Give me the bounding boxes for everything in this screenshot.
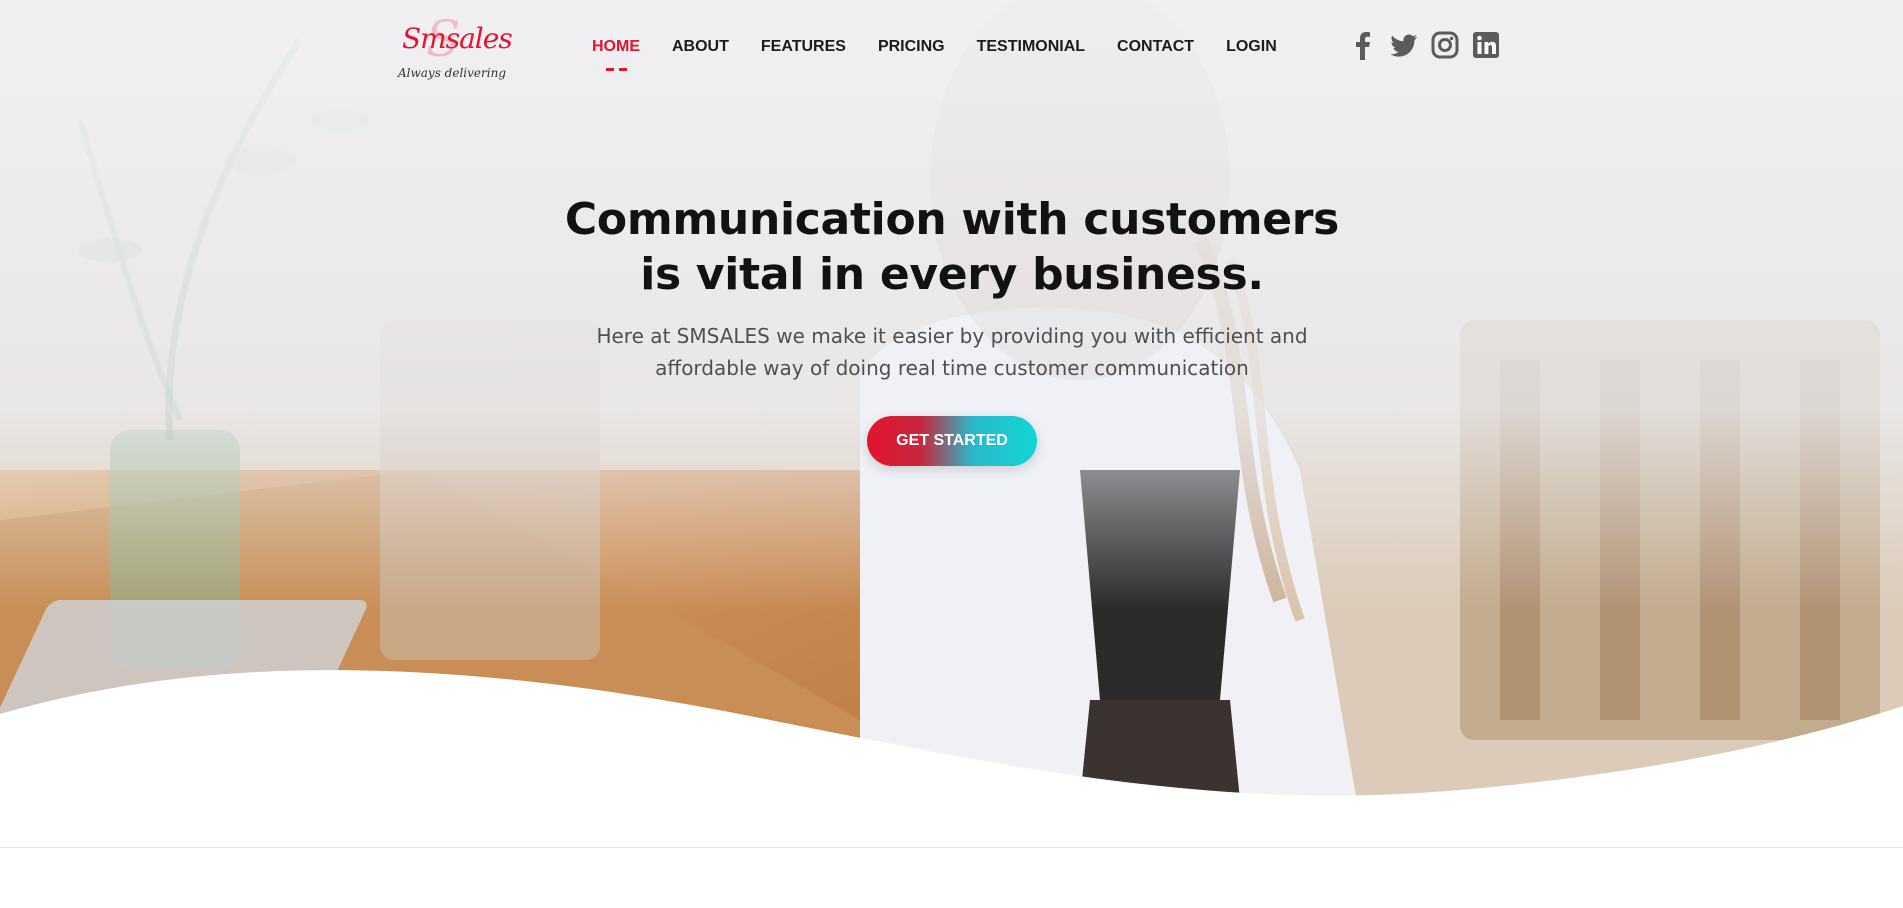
nav-item-features[interactable]: FEATURES	[761, 38, 846, 56]
nav-item-home[interactable]: HOME	[592, 38, 640, 56]
instagram-icon	[1431, 31, 1459, 59]
twitter-link[interactable]	[1390, 30, 1418, 60]
nav-item-contact[interactable]: CONTACT	[1117, 38, 1194, 56]
social-links	[1349, 30, 1500, 60]
nav-item-login[interactable]: LOGIN	[1226, 38, 1277, 56]
facebook-icon	[1356, 32, 1370, 60]
hero-headline-line-2: is vital in every business.	[640, 249, 1264, 300]
nav-item-testimonial[interactable]: TESTIMONIAL	[977, 38, 1085, 56]
linkedin-icon	[1473, 32, 1499, 58]
instagram-link[interactable]	[1431, 30, 1459, 60]
get-started-button[interactable]: GET STARTED	[867, 416, 1037, 466]
main-nav: HOME ABOUT FEATURES PRICING TESTIMONIAL …	[592, 38, 1309, 71]
nav-item-pricing[interactable]: PRICING	[878, 38, 945, 56]
hero-headline: Communication with customers is vital in…	[520, 192, 1384, 302]
brand-logo[interactable]: S Smsales Always delivering	[396, 10, 513, 86]
linkedin-link[interactable]	[1472, 30, 1500, 60]
active-nav-indicator	[606, 68, 627, 71]
hero-subtext-line-1: Here at SMSALES we make it easier by pro…	[596, 324, 1308, 348]
twitter-icon	[1390, 34, 1417, 57]
hero-headline-line-1: Communication with customers	[564, 194, 1340, 245]
hero-subtext: Here at SMSALES we make it easier by pro…	[560, 320, 1344, 384]
facebook-link[interactable]	[1349, 30, 1377, 60]
logo-tagline: Always delivering	[398, 66, 507, 80]
hero-subtext-line-2: affordable way of doing real time custom…	[655, 356, 1249, 380]
logo-text: Smsales	[402, 22, 513, 55]
hero-bottom-wave	[0, 670, 1903, 848]
nav-item-about[interactable]: ABOUT	[672, 38, 729, 56]
section-divider	[0, 847, 1903, 848]
